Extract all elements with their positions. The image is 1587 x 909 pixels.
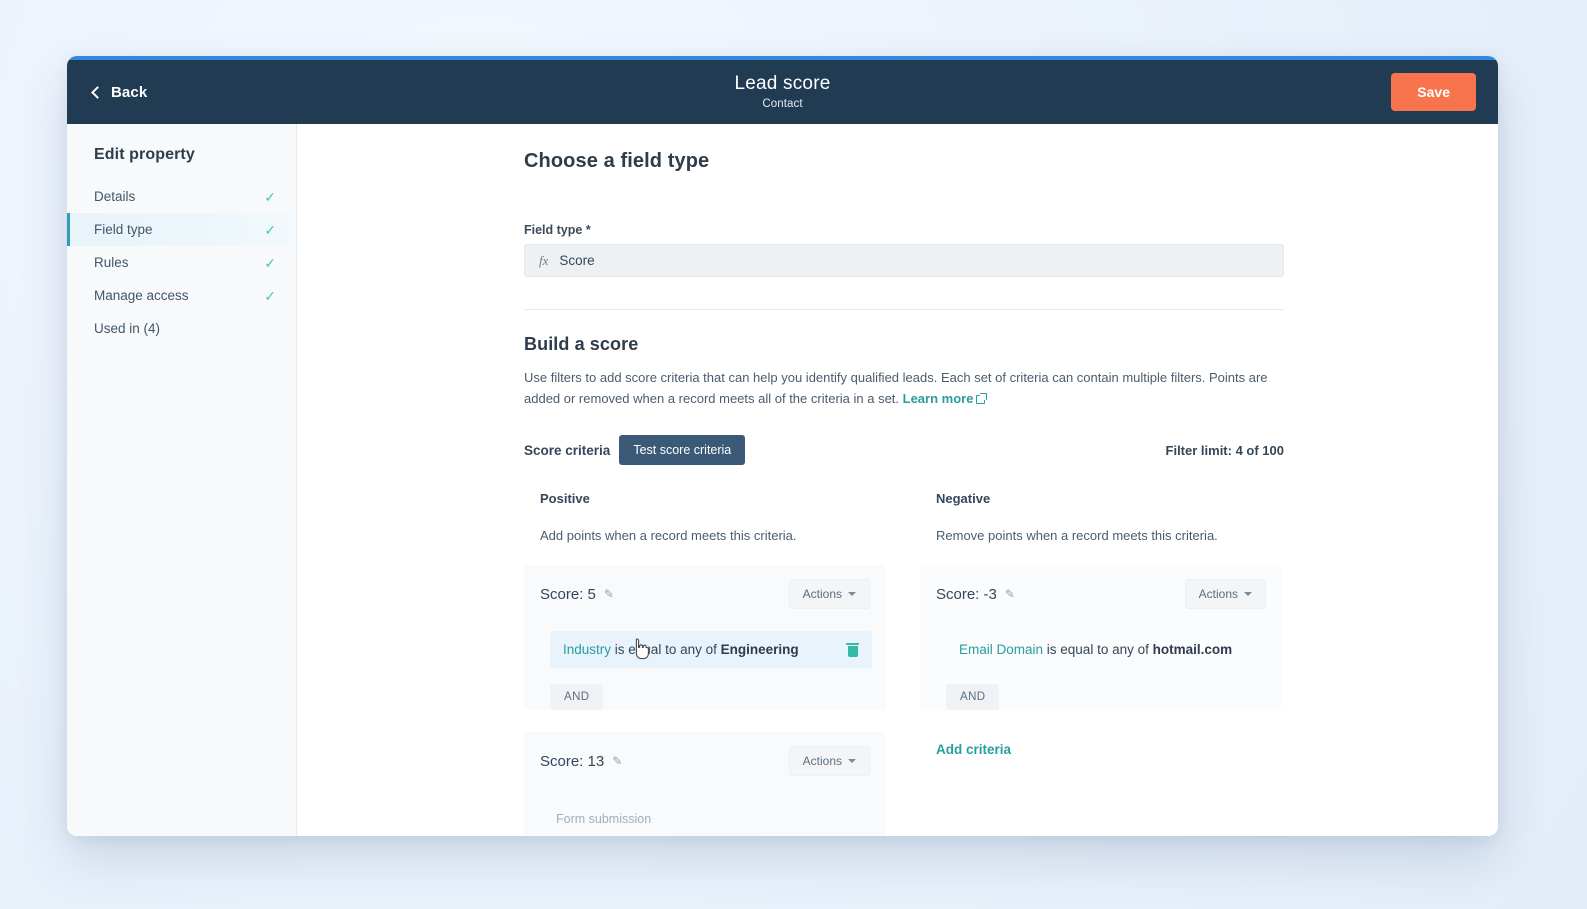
actions-button-label: Actions (1198, 587, 1238, 602)
score-card-header: Score: 13 ✎ Actions (524, 732, 886, 790)
score-card-header: Score: -3 ✎ Actions (920, 565, 1282, 623)
page-title: Lead score (734, 72, 831, 94)
filter-row-text: Email Domain is equal to any of hotmail.… (959, 642, 1232, 657)
trash-icon[interactable] (846, 642, 859, 657)
desktop-backdrop: Back Lead score Contact Save Edit proper… (0, 0, 1587, 909)
check-icon: ✓ (264, 254, 276, 271)
score-card-title: Score: -3 ✎ (936, 586, 1015, 603)
actions-button[interactable]: Actions (788, 746, 870, 777)
score-card-title: Score: 5 ✎ (540, 586, 614, 603)
filter-limit-text: Filter limit: 4 of 100 (1165, 442, 1284, 458)
choose-field-type-heading: Choose a field type (524, 150, 710, 172)
score-card-label: Score: -3 (936, 585, 997, 603)
section-divider (524, 309, 1284, 310)
actions-button[interactable]: Actions (1184, 579, 1266, 610)
pencil-icon[interactable]: ✎ (1005, 587, 1015, 601)
filter-value: hotmail.com (1152, 642, 1233, 658)
filter-group-label: Form submission (556, 812, 652, 827)
chevron-down-icon (1244, 592, 1252, 597)
sidebar-item-label: Field type (94, 222, 153, 237)
check-icon: ✓ (264, 221, 276, 238)
check-icon: ✓ (264, 188, 276, 205)
app-window: Back Lead score Contact Save Edit proper… (67, 56, 1498, 836)
score-criteria-label: Score criteria (524, 442, 611, 458)
back-button-label: Back (111, 83, 148, 101)
external-link-icon (976, 393, 987, 405)
field-type-label: Field type * (524, 223, 591, 237)
score-card-header: Score: 5 ✎ Actions (524, 565, 886, 623)
sidebar-item-label: Rules (94, 255, 129, 270)
content-column: Choose a field type Field type * fx Scor… (524, 150, 1284, 836)
filter-value: Engineering (720, 642, 799, 658)
field-type-select[interactable]: fx Score (524, 244, 1284, 277)
negative-column-subtitle: Remove points when a record meets this c… (936, 528, 1218, 544)
page-subtitle: Contact (762, 98, 803, 111)
formula-icon: fx (539, 252, 549, 268)
build-score-description: Use filters to add score criteria that c… (524, 367, 1281, 409)
top-bar-titles: Lead score Contact (67, 60, 1498, 124)
column-gap (886, 491, 920, 836)
score-card-label: Score: 5 (540, 585, 596, 603)
sidebar-item-used-in[interactable]: Used in (4) (67, 312, 296, 345)
score-card: Score: 5 ✎ Actions Industry is equal to … (524, 565, 886, 711)
build-score-heading: Build a score (524, 334, 639, 354)
score-card: Score: -3 ✎ Actions Email Domain is equa… (920, 565, 1282, 711)
sidebar-item-label: Details (94, 189, 136, 204)
chevron-down-icon (848, 759, 856, 764)
field-type-value: Score (559, 253, 595, 268)
back-button[interactable]: Back (89, 78, 151, 107)
sidebar-item-field-type[interactable]: Field type ✓ (67, 213, 296, 246)
add-criteria-link[interactable]: Add criteria (920, 742, 1011, 757)
score-card-label: Score: 13 (540, 752, 605, 770)
positive-column: Positive Add points when a record meets … (524, 491, 886, 836)
actions-button-label: Actions (802, 587, 842, 602)
negative-column-title: Negative (936, 491, 991, 507)
sidebar: Edit property Details ✓ Field type ✓ Rul… (67, 124, 297, 836)
build-score-description-text: Use filters to add score criteria that c… (524, 370, 1268, 407)
and-button[interactable]: AND (550, 684, 604, 711)
pencil-icon[interactable]: ✎ (612, 754, 622, 768)
sidebar-item-details[interactable]: Details ✓ (67, 180, 296, 213)
filter-operator: is equal to any of (611, 642, 721, 658)
sidebar-item-manage-access[interactable]: Manage access ✓ (67, 279, 296, 312)
check-icon: ✓ (264, 287, 276, 304)
chevron-down-icon (848, 592, 856, 597)
score-card: Score: 13 ✎ Actions Form submission (524, 732, 886, 836)
positive-column-subtitle: Add points when a record meets this crit… (540, 528, 797, 544)
sidebar-item-rules[interactable]: Rules ✓ (67, 246, 296, 279)
score-card-title: Score: 13 ✎ (540, 753, 622, 770)
filter-row[interactable]: Industry is equal to any of Engineering (550, 631, 872, 669)
filter-row-text: Industry is equal to any of Engineering (563, 642, 799, 657)
negative-column: Negative Remove points when a record mee… (920, 491, 1282, 836)
actions-button-label: Actions (802, 754, 842, 769)
chevron-left-icon (91, 85, 104, 99)
sidebar-item-label: Manage access (94, 288, 189, 303)
filter-operator: is equal to any of (1043, 642, 1153, 658)
score-criteria-toolbar: Score criteria Test score criteria Filte… (524, 435, 1284, 466)
save-button[interactable]: Save (1391, 73, 1476, 111)
learn-more-link[interactable]: Learn more (903, 391, 974, 406)
pencil-icon[interactable]: ✎ (604, 587, 614, 601)
actions-button[interactable]: Actions (788, 579, 870, 610)
sidebar-title: Edit property (94, 146, 195, 163)
positive-column-title: Positive (540, 491, 590, 507)
main-content: Choose a field type Field type * fx Scor… (297, 124, 1498, 836)
sidebar-item-label: Used in (4) (94, 321, 161, 336)
and-button[interactable]: AND (946, 684, 1000, 711)
criteria-columns: Positive Add points when a record meets … (524, 491, 1284, 836)
filter-row[interactable]: Email Domain is equal to any of hotmail.… (946, 631, 1268, 668)
filter-property[interactable]: Email Domain (959, 642, 1043, 657)
filter-property[interactable]: Industry (563, 642, 611, 657)
test-score-criteria-button[interactable]: Test score criteria (619, 435, 746, 466)
top-bar: Back Lead score Contact Save (67, 60, 1498, 124)
window-body: Edit property Details ✓ Field type ✓ Rul… (67, 124, 1498, 836)
